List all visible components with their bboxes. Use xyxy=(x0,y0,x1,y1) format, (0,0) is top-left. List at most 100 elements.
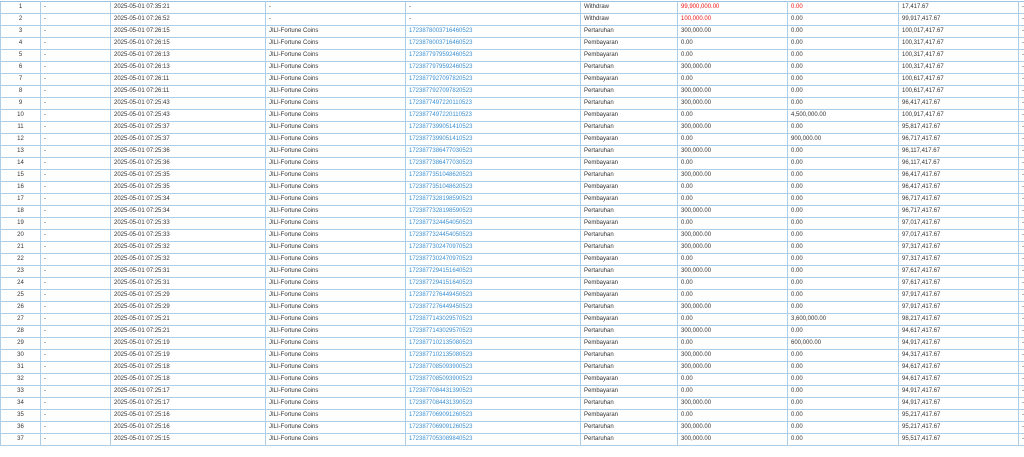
reference-id-link[interactable]: 1723877085093900523 xyxy=(405,361,581,374)
game-name-cell: JILI-Fortune Coins xyxy=(265,157,406,170)
reference-id-link[interactable]: 1723877143029570523 xyxy=(405,325,581,338)
reference-id-link[interactable]: 1723877294151640523 xyxy=(405,277,581,290)
row-number-cell: 6 xyxy=(0,61,41,74)
extra-cell: - xyxy=(1018,397,1024,410)
reference-id-link[interactable]: 1723877276449450523 xyxy=(405,289,581,302)
transaction-type-cell: Pertaruhan xyxy=(580,229,678,242)
reference-id-link[interactable]: 1723877324454050523 xyxy=(405,229,581,242)
reference-id-link[interactable]: 1723877386477030523 xyxy=(405,157,581,170)
debit-amount-cell: 0.00 xyxy=(677,181,788,194)
transaction-type-cell: Pembayaran xyxy=(580,37,678,50)
player-cell: - xyxy=(40,229,111,242)
balance-cell: 95,217,417.67 xyxy=(898,421,1019,434)
reference-id-link[interactable]: 1723877053089840523 xyxy=(405,433,581,446)
extra-cell: - xyxy=(1018,313,1024,326)
reference-id-link[interactable]: 1723877927097820523 xyxy=(405,85,581,98)
reference-id-link[interactable]: 1723877069091260523 xyxy=(405,409,581,422)
table-row: 27-2025-05-01 07:25:21 JILI-Fortune Coins… xyxy=(0,313,1024,326)
debit-amount-cell: 300,000.00 xyxy=(677,241,788,254)
reference-id-link[interactable]: 1723877085093900523 xyxy=(405,373,581,386)
table-row: 23-2025-05-01 07:25:31 JILI-Fortune Coins… xyxy=(0,265,1024,278)
table-row: 35-2025-05-01 07:25:16 JILI-Fortune Coins… xyxy=(0,409,1024,422)
datetime-cell: 2025-05-01 07:26:13 xyxy=(110,49,266,62)
credit-amount-cell: 0.00 xyxy=(787,97,899,110)
transaction-type-cell: Pembayaran xyxy=(580,373,678,386)
reference-id-link[interactable]: 1723877294151640523 xyxy=(405,265,581,278)
debit-amount-cell: 300,000.00 xyxy=(677,349,788,362)
reference-id-link[interactable]: 1723877084431390523 xyxy=(405,397,581,410)
debit-amount-cell: 0.00 xyxy=(677,253,788,266)
debit-amount-cell: 0.00 xyxy=(677,385,788,398)
reference-id-link[interactable]: 1723877979592460523 xyxy=(405,49,581,62)
datetime-cell: 2025-05-01 07:25:35 xyxy=(110,181,266,194)
credit-amount-cell: 0.00 xyxy=(787,349,899,362)
reference-id-link[interactable]: 1723877102135080523 xyxy=(405,349,581,362)
game-name-cell: JILI-Fortune Coins xyxy=(265,373,406,386)
debit-amount-cell: 0.00 xyxy=(677,109,788,122)
game-name-cell: JILI-Fortune Coins xyxy=(265,397,406,410)
credit-amount-cell: 0.00 xyxy=(787,193,899,206)
credit-amount-cell: 0.00 xyxy=(787,385,899,398)
extra-cell: - xyxy=(1018,265,1024,278)
reference-id-link[interactable]: 1723877351048620523 xyxy=(405,181,581,194)
reference-id-link[interactable]: 1723877324454050523 xyxy=(405,217,581,230)
table-row: 16-2025-05-01 07:25:35 JILI-Fortune Coins… xyxy=(0,181,1024,194)
reference-id-link[interactable]: 1723877143029570523 xyxy=(405,313,581,326)
credit-amount-cell: 0.00 xyxy=(787,181,899,194)
reference-id-link[interactable]: 1723877386477030523 xyxy=(405,145,581,158)
row-number-cell: 8 xyxy=(0,85,41,98)
game-name-cell: JILI-Fortune Coins xyxy=(265,169,406,182)
table-row: 22-2025-05-01 07:25:32 JILI-Fortune Coins… xyxy=(0,253,1024,266)
reference-id-link[interactable]: 1723877328198590523 xyxy=(405,205,581,218)
row-number-cell: 18 xyxy=(0,205,41,218)
credit-amount-cell: 0.00 xyxy=(787,217,899,230)
balance-cell: 94,917,417.67 xyxy=(898,385,1019,398)
reference-id-link[interactable]: 1723878003716460523 xyxy=(405,25,581,38)
reference-id-link[interactable]: 1723877276449450523 xyxy=(405,301,581,314)
transaction-type-cell: Pembayaran xyxy=(580,337,678,350)
reference-id-link[interactable]: 1723878003716460523 xyxy=(405,37,581,50)
row-number-cell: 12 xyxy=(0,133,41,146)
table-row: 19-2025-05-01 07:25:33 JILI-Fortune Coins… xyxy=(0,217,1024,230)
reference-id-link[interactable]: 1723877497220110523 xyxy=(405,109,581,122)
credit-amount-cell: 0.00 xyxy=(787,145,899,158)
game-name-cell: JILI-Fortune Coins xyxy=(265,109,406,122)
extra-cell: - xyxy=(1018,145,1024,158)
transaction-type-cell: Pembayaran xyxy=(580,109,678,122)
reference-id-link[interactable]: 1723877979592460523 xyxy=(405,61,581,74)
reference-id-link[interactable]: 1723877084431390523 xyxy=(405,385,581,398)
transaction-type-cell: Pembayaran xyxy=(580,73,678,86)
transaction-type-cell: Withdraw xyxy=(580,1,678,14)
credit-amount-cell: 0.00 xyxy=(787,373,899,386)
credit-amount-cell: 0.00 xyxy=(787,25,899,38)
game-name-cell: JILI-Fortune Coins xyxy=(265,421,406,434)
reference-id-link[interactable]: 1723877302470970523 xyxy=(405,253,581,266)
transaction-type-cell: Pertaruhan xyxy=(580,145,678,158)
reference-id-link[interactable]: 1723877927097820523 xyxy=(405,73,581,86)
datetime-cell: 2025-05-01 07:25:36 xyxy=(110,145,266,158)
player-cell: - xyxy=(40,1,111,14)
table-row: 29-2025-05-01 07:25:19 JILI-Fortune Coins… xyxy=(0,337,1024,350)
reference-id-link[interactable]: 1723877069091260523 xyxy=(405,421,581,434)
datetime-cell: 2025-05-01 07:25:19 xyxy=(110,337,266,350)
datetime-cell: 2025-05-01 07:25:15 xyxy=(110,433,266,446)
extra-cell: - xyxy=(1018,421,1024,434)
player-cell: - xyxy=(40,337,111,350)
game-name-cell: JILI-Fortune Coins xyxy=(265,409,406,422)
balance-cell: 100,317,417.67 xyxy=(898,61,1019,74)
reference-id-link[interactable]: 1723877302470970523 xyxy=(405,241,581,254)
reference-id-link[interactable]: 1723877399051410523 xyxy=(405,121,581,134)
reference-id-link[interactable]: 1723877351048620523 xyxy=(405,169,581,182)
row-number-cell: 15 xyxy=(0,169,41,182)
debit-amount-cell: 300,000.00 xyxy=(677,325,788,338)
transaction-type-cell: Pertaruhan xyxy=(580,349,678,362)
reference-id-link[interactable]: 1723877328198590523 xyxy=(405,193,581,206)
reference-id-link[interactable]: 1723877497220110523 xyxy=(405,97,581,110)
debit-amount-cell: 300,000.00 xyxy=(677,265,788,278)
credit-amount-cell: 0.00 xyxy=(787,61,899,74)
table-row: 4-2025-05-01 07:26:15 JILI-Fortune Coins 1… xyxy=(0,37,1024,50)
reference-id-link[interactable]: 1723877399051410523 xyxy=(405,133,581,146)
player-cell: - xyxy=(40,385,111,398)
reference-id-link[interactable]: 1723877102135080523 xyxy=(405,337,581,350)
balance-cell: 97,917,417.67 xyxy=(898,289,1019,302)
